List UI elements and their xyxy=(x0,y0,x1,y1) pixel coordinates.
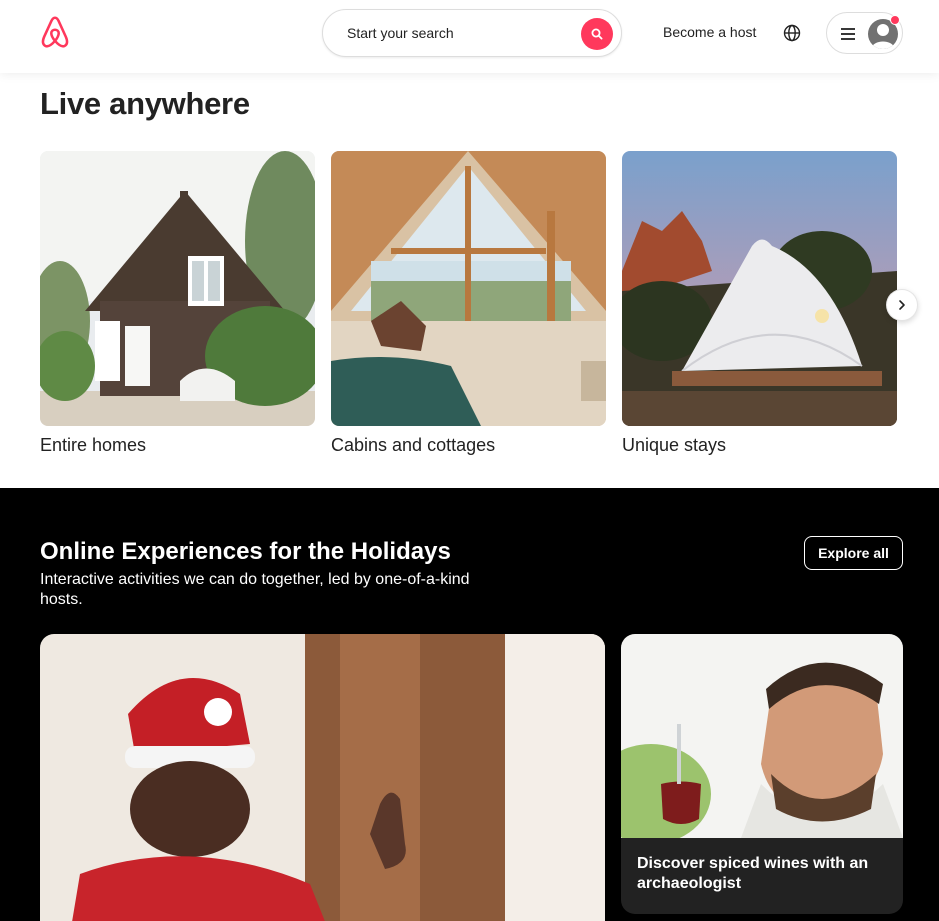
profile-menu-button[interactable] xyxy=(826,12,903,54)
search-placeholder[interactable]: Start your search xyxy=(347,25,454,41)
notification-dot xyxy=(890,15,900,25)
globe-icon[interactable] xyxy=(782,23,802,43)
search-icon xyxy=(591,28,603,40)
cabins-image xyxy=(331,151,606,426)
spiced-wines-image xyxy=(621,634,903,838)
carousel-next-button[interactable] xyxy=(886,289,918,321)
unique-stays-image xyxy=(622,151,897,426)
hamburger-menu-icon xyxy=(841,28,855,40)
search-button[interactable] xyxy=(581,18,613,50)
section-title-online-experiences: Online Experiences for the Holidays xyxy=(40,538,451,565)
become-host-link[interactable]: Become a host xyxy=(663,24,756,40)
section-title-live-anywhere: Live anywhere xyxy=(40,86,250,121)
section-subtitle: Interactive activities we can do togethe… xyxy=(40,571,470,608)
search-bar[interactable]: Start your search xyxy=(322,9,622,57)
category-card-entire-homes[interactable]: Entire homes xyxy=(40,151,315,456)
category-label: Cabins and cottages xyxy=(331,435,496,455)
entire-homes-image xyxy=(40,151,315,426)
experience-card-spiced-wines[interactable]: Discover spiced wines with an archaeolog… xyxy=(621,634,903,914)
category-label: Entire homes xyxy=(40,435,147,455)
explore-all-button[interactable]: Explore all xyxy=(804,536,903,570)
airbnb-logo-icon[interactable] xyxy=(38,15,72,51)
category-card-unique-stays[interactable]: Unique stays xyxy=(622,151,897,456)
category-card-cabins-and-cottages[interactable]: Cabins and cottages xyxy=(331,151,606,456)
experience-card-holiday-host[interactable] xyxy=(40,634,605,921)
top-header: Start your search Become a host xyxy=(0,0,939,73)
chevron-right-icon xyxy=(899,300,905,310)
experience-caption: Discover spiced wines with an archaeolog… xyxy=(637,855,869,892)
category-label: Unique stays xyxy=(622,435,727,455)
online-experiences-section: Online Experiences for the Holidays Inte… xyxy=(0,488,939,921)
